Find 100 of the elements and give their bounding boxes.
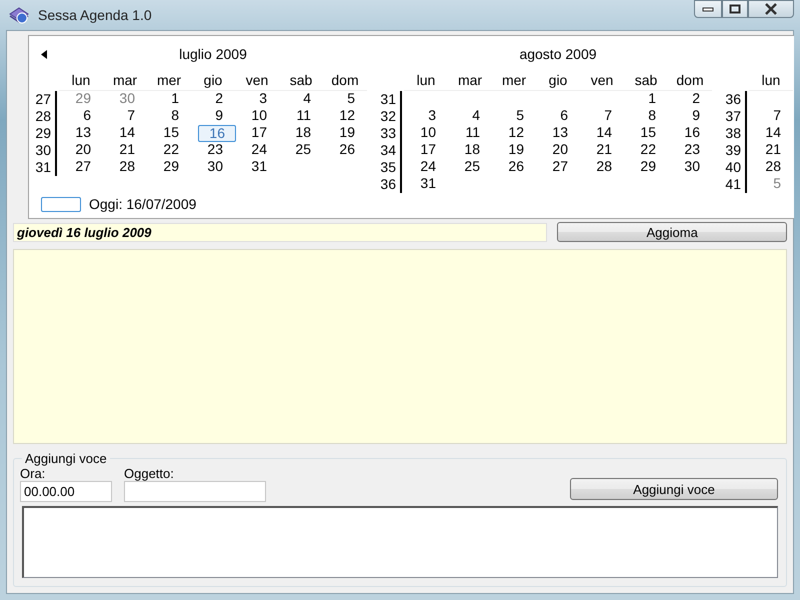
minimize-button[interactable] bbox=[694, 0, 722, 18]
weekday-header: lun bbox=[416, 71, 436, 90]
calendar-day[interactable]: 10 bbox=[420, 125, 448, 140]
calendar-day[interactable]: 10 bbox=[251, 108, 279, 123]
calendar-day[interactable]: 30 bbox=[119, 91, 147, 106]
subject-field[interactable] bbox=[124, 481, 266, 502]
group-title: Aggiungi voce bbox=[22, 451, 110, 466]
calendar-day[interactable]: 27 bbox=[552, 159, 580, 174]
calendar-day[interactable]: 27 bbox=[75, 159, 103, 174]
week-number: 33 bbox=[379, 125, 396, 142]
calendar-day[interactable]: 24 bbox=[420, 159, 448, 174]
weekday-header: lun bbox=[760, 71, 782, 90]
calendar-day[interactable]: 20 bbox=[552, 142, 580, 157]
week-number: 36 bbox=[379, 176, 396, 193]
weekday-header: gio bbox=[548, 71, 568, 90]
calendar-day[interactable]: 18 bbox=[295, 125, 323, 140]
calendar-day[interactable]: 1 bbox=[171, 91, 191, 106]
calendar-day[interactable]: 4 bbox=[472, 108, 492, 123]
calendar-day[interactable]: 12 bbox=[339, 108, 367, 123]
week-number: 29 bbox=[34, 125, 51, 142]
add-entry-button[interactable]: Aggiungi voce bbox=[570, 478, 778, 500]
calendar-day[interactable]: 22 bbox=[640, 142, 668, 157]
maximize-icon bbox=[729, 4, 741, 14]
calendar-day[interactable]: 28 bbox=[596, 159, 624, 174]
calendar-day[interactable]: 15 bbox=[163, 125, 191, 140]
calendar-day[interactable]: 3 bbox=[259, 91, 279, 106]
app-icon bbox=[8, 5, 30, 25]
calendar-day[interactable]: 13 bbox=[552, 125, 580, 140]
calendar-day[interactable]: 9 bbox=[692, 108, 712, 123]
previous-month-icon[interactable] bbox=[41, 50, 48, 59]
calendar-day[interactable]: 14 bbox=[765, 125, 793, 140]
calendar-day[interactable]: 25 bbox=[464, 159, 492, 174]
calendar-day[interactable]: 18 bbox=[464, 142, 492, 157]
calendar-day[interactable]: 29 bbox=[75, 91, 103, 106]
today-marker-icon bbox=[41, 196, 81, 212]
calendar-day[interactable]: 19 bbox=[339, 125, 367, 140]
maximize-button[interactable] bbox=[722, 0, 748, 18]
calendar-day[interactable]: 13 bbox=[75, 125, 103, 140]
time-field[interactable]: 00.00.00 bbox=[20, 481, 112, 502]
calendar-day[interactable]: 28 bbox=[119, 159, 147, 174]
calendar-day[interactable]: 2 bbox=[692, 91, 712, 106]
calendar-day[interactable]: 31 bbox=[420, 176, 448, 191]
calendar-day[interactable]: 21 bbox=[596, 142, 624, 157]
calendar-day[interactable]: 6 bbox=[560, 108, 580, 123]
calendar-day[interactable]: 8 bbox=[171, 108, 191, 123]
calendar-day[interactable]: 12 bbox=[508, 125, 536, 140]
calendar-day[interactable]: 15 bbox=[640, 125, 668, 140]
calendar-day[interactable]: 23 bbox=[207, 142, 235, 157]
description-field[interactable] bbox=[22, 506, 778, 578]
calendar-day[interactable]: 31 bbox=[251, 159, 279, 174]
calendar-day[interactable]: 7 bbox=[773, 108, 793, 123]
refresh-button[interactable]: Aggioma bbox=[557, 222, 787, 242]
calendar-day[interactable]: 2 bbox=[215, 91, 235, 106]
week-number: 37 bbox=[724, 108, 741, 125]
calendar-day[interactable]: 16 bbox=[198, 125, 236, 142]
calendar-day[interactable]: 14 bbox=[119, 125, 147, 140]
calendar-day[interactable]: 6 bbox=[83, 108, 103, 123]
calendar-day[interactable]: 11 bbox=[296, 108, 323, 123]
calendar-day[interactable]: 9 bbox=[215, 108, 235, 123]
calendar-day[interactable]: 21 bbox=[765, 142, 793, 157]
calendar-day[interactable]: 25 bbox=[295, 142, 323, 157]
calendar-day[interactable]: 14 bbox=[596, 125, 624, 140]
calendar-day[interactable]: 28 bbox=[765, 159, 793, 174]
calendar-day[interactable]: 7 bbox=[127, 108, 147, 123]
close-button[interactable] bbox=[748, 0, 794, 18]
calendar-day[interactable]: 21 bbox=[119, 142, 147, 157]
week-number: 30 bbox=[34, 142, 51, 159]
calendar-day[interactable]: 26 bbox=[339, 142, 367, 157]
calendar-day[interactable]: 24 bbox=[251, 142, 279, 157]
calendar-day[interactable]: 8 bbox=[648, 108, 668, 123]
week-number: 32 bbox=[379, 108, 396, 125]
calendar-day[interactable]: 19 bbox=[508, 142, 536, 157]
calendar-day[interactable]: 5 bbox=[347, 91, 367, 106]
calendar-day[interactable]: 23 bbox=[684, 142, 712, 157]
calendar-day[interactable]: 5 bbox=[516, 108, 536, 123]
week-number: 35 bbox=[379, 159, 396, 176]
calendar-day[interactable]: 26 bbox=[508, 159, 536, 174]
calendar-day[interactable]: 5 bbox=[773, 176, 793, 191]
calendar-day[interactable]: 22 bbox=[163, 142, 191, 157]
month-title: luglio 2009 bbox=[178, 45, 248, 64]
week-number: 31 bbox=[34, 159, 51, 176]
calendar-day[interactable]: 17 bbox=[420, 142, 448, 157]
calendar-day[interactable]: 29 bbox=[163, 159, 191, 174]
calendar-day[interactable]: 16 bbox=[684, 125, 712, 140]
calendar-day[interactable]: 20 bbox=[75, 142, 103, 157]
today-label[interactable]: Oggi: 16/07/2009 bbox=[89, 196, 196, 212]
weekday-header: sab bbox=[634, 71, 658, 90]
calendar-day[interactable]: 1 bbox=[648, 91, 668, 106]
calendar-day[interactable]: 30 bbox=[207, 159, 235, 174]
calendar-day[interactable]: 11 bbox=[465, 125, 492, 140]
calendar-day[interactable]: 29 bbox=[640, 159, 668, 174]
close-icon bbox=[764, 3, 778, 15]
calendar-day[interactable]: 3 bbox=[428, 108, 448, 123]
week-number: 28 bbox=[34, 108, 51, 125]
calendar-day[interactable]: 4 bbox=[303, 91, 323, 106]
calendar-day[interactable]: 7 bbox=[604, 108, 624, 123]
weekday-header: lun bbox=[70, 71, 92, 90]
weekday-header: mer bbox=[500, 71, 528, 90]
calendar-day[interactable]: 30 bbox=[684, 159, 712, 174]
calendar-day[interactable]: 17 bbox=[251, 125, 279, 140]
